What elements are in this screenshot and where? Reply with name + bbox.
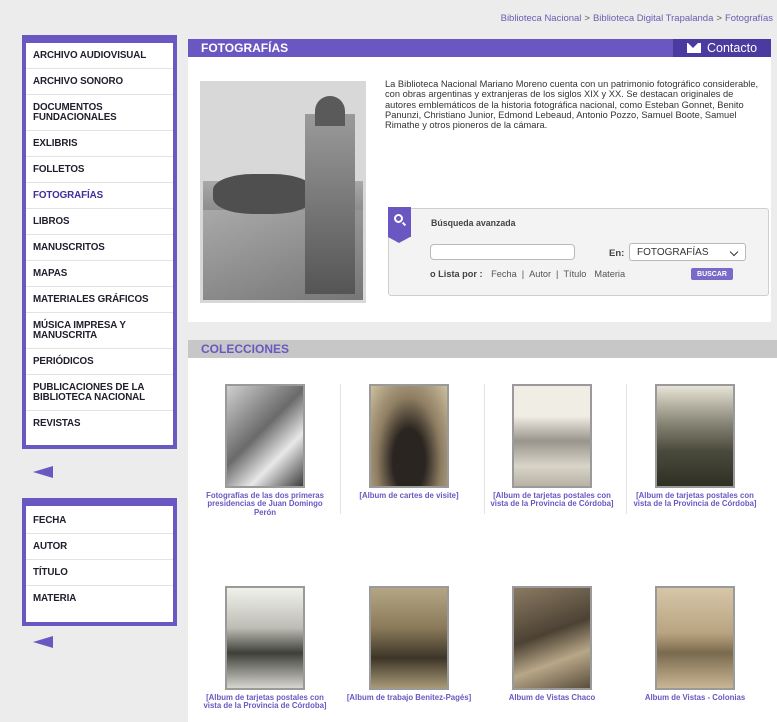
sidebar-item-fotografias[interactable]: FOTOGRAFÍAS xyxy=(26,183,173,209)
collection-caption[interactable]: [Album de tarjetas postales con vista de… xyxy=(196,693,334,711)
chevron-down-icon xyxy=(729,247,739,257)
intro-text: La Biblioteca Nacional Mariano Moreno cu… xyxy=(385,79,759,131)
sidebar-item-exlibris[interactable]: EXLIBRIS xyxy=(26,131,173,157)
search-input[interactable] xyxy=(430,244,575,260)
search-tab xyxy=(388,207,411,243)
sidebar-categories: ARCHIVO AUDIOVISUAL ARCHIVO SONORO DOCUM… xyxy=(22,35,177,449)
breadcrumb-link-biblioteca-nacional[interactable]: Biblioteca Nacional xyxy=(501,13,582,24)
list-by-materia[interactable]: Materia xyxy=(594,269,625,279)
list-by-autor[interactable]: Autor xyxy=(529,269,551,279)
collection-item[interactable]: [Album de tarjetas postales con vista de… xyxy=(626,384,764,509)
search-scope-select[interactable]: FOTOGRAFÍAS xyxy=(629,243,746,261)
collection-thumbnail[interactable] xyxy=(225,586,305,690)
breadcrumb-separator: > xyxy=(716,13,722,24)
contact-button[interactable]: Contacto xyxy=(673,39,771,57)
collection-thumbnail[interactable] xyxy=(655,586,735,690)
collection-caption[interactable]: Album de Vistas Chaco xyxy=(483,693,621,702)
list-by-fecha[interactable]: Fecha xyxy=(491,269,517,279)
sidebar-item-musica-impresa[interactable]: MÚSICA IMPRESA Y MANUSCRITA xyxy=(26,313,173,349)
breadcrumb: Biblioteca Nacional > Biblioteca Digital T… xyxy=(501,13,773,24)
sidebar-filters: FECHA AUTOR TÍTULO MATERIA xyxy=(22,498,177,626)
collection-caption[interactable]: [Album de tarjetas postales con vista de… xyxy=(483,491,621,509)
sidebar-item-archivo-sonoro[interactable]: ARCHIVO SONORO xyxy=(26,69,173,95)
sidebar-item-publicaciones[interactable]: PUBLICACIONES DE LA BIBLIOTECA NACIONAL xyxy=(26,375,173,411)
collection-thumbnail[interactable] xyxy=(512,384,592,488)
sidebar-item-libros[interactable]: LIBROS xyxy=(26,209,173,235)
collection-caption[interactable]: Fotografías de las dos primeras presiden… xyxy=(196,491,334,517)
search-scope-label: En: xyxy=(609,248,625,259)
collection-thumbnail[interactable] xyxy=(225,384,305,488)
search-title: Búsqueda avanzada xyxy=(431,218,516,228)
sidebar-item-manuscritos[interactable]: MANUSCRITOS xyxy=(26,235,173,261)
filter-item-titulo[interactable]: TÍTULO xyxy=(26,560,173,586)
list-by: o Lista por : Fecha | Autor | Título Materia xyxy=(430,269,626,279)
list-by-label: o Lista por : xyxy=(430,269,483,279)
collections-panel: Fotografías de las dos primeras presiden… xyxy=(188,358,777,722)
collection-caption[interactable]: [Album de tarjetas postales con vista de… xyxy=(626,491,764,509)
contact-label: Contacto xyxy=(706,41,758,55)
pennant-decoration xyxy=(33,636,53,648)
filter-item-fecha[interactable]: FECHA xyxy=(26,508,173,534)
list-by-titulo[interactable]: Título xyxy=(563,269,586,279)
collection-item[interactable]: [Album de tarjetas postales con vista de… xyxy=(196,586,334,711)
collection-thumbnail[interactable] xyxy=(369,586,449,690)
breadcrumb-link-trapalanda[interactable]: Biblioteca Digital Trapalanda xyxy=(593,13,713,24)
sidebar-item-materiales-graficos[interactable]: MATERIALES GRÁFICOS xyxy=(26,287,173,313)
collection-thumbnail[interactable] xyxy=(655,384,735,488)
filter-item-autor[interactable]: AUTOR xyxy=(26,534,173,560)
collection-item[interactable]: Album de Vistas - Colonias xyxy=(626,586,764,702)
sidebar-item-mapas[interactable]: MAPAS xyxy=(26,261,173,287)
hero-photo xyxy=(200,81,366,303)
collection-caption[interactable]: Album de Vistas - Colonias xyxy=(626,693,764,702)
collection-item[interactable]: [Album de tarjetas postales con vista de… xyxy=(483,384,621,509)
collection-caption[interactable]: [Album de trabajo Benitez-Pagés] xyxy=(340,693,478,702)
search-icon xyxy=(394,214,403,223)
search-scope-value: FOTOGRAFÍAS xyxy=(637,246,709,258)
breadcrumb-separator: > xyxy=(584,13,590,24)
collection-item[interactable]: [Album de cartes de visite] xyxy=(340,384,478,500)
collection-item[interactable]: [Album de trabajo Benitez-Pagés] xyxy=(340,586,478,702)
collection-thumbnail[interactable] xyxy=(512,586,592,690)
collection-item[interactable]: Fotografías de las dos primeras presiden… xyxy=(196,384,334,517)
collections-title: COLECCIONES xyxy=(188,340,777,358)
sidebar-item-periodicos[interactable]: PERIÓDICOS xyxy=(26,349,173,375)
sidebar-item-documentos-fundacionales[interactable]: DOCUMENTOS FUNDACIONALES xyxy=(26,95,173,131)
filter-item-materia[interactable]: MATERIA xyxy=(26,586,173,612)
collection-thumbnail[interactable] xyxy=(369,384,449,488)
collection-caption[interactable]: [Album de cartes de visite] xyxy=(340,491,478,500)
breadcrumb-current[interactable]: Fotografías xyxy=(725,13,773,24)
collection-item[interactable]: Album de Vistas Chaco xyxy=(483,586,621,702)
sidebar-item-archivo-audiovisual[interactable]: ARCHIVO AUDIOVISUAL xyxy=(26,43,173,69)
sidebar-item-revistas[interactable]: REVISTAS xyxy=(26,411,173,437)
search-button[interactable]: BUSCAR xyxy=(691,268,733,280)
sidebar-item-folletos[interactable]: FOLLETOS xyxy=(26,157,173,183)
envelope-icon xyxy=(686,43,701,53)
pennant-decoration xyxy=(33,466,53,478)
intro-panel: La Biblioteca Nacional Mariano Moreno cu… xyxy=(188,57,771,322)
